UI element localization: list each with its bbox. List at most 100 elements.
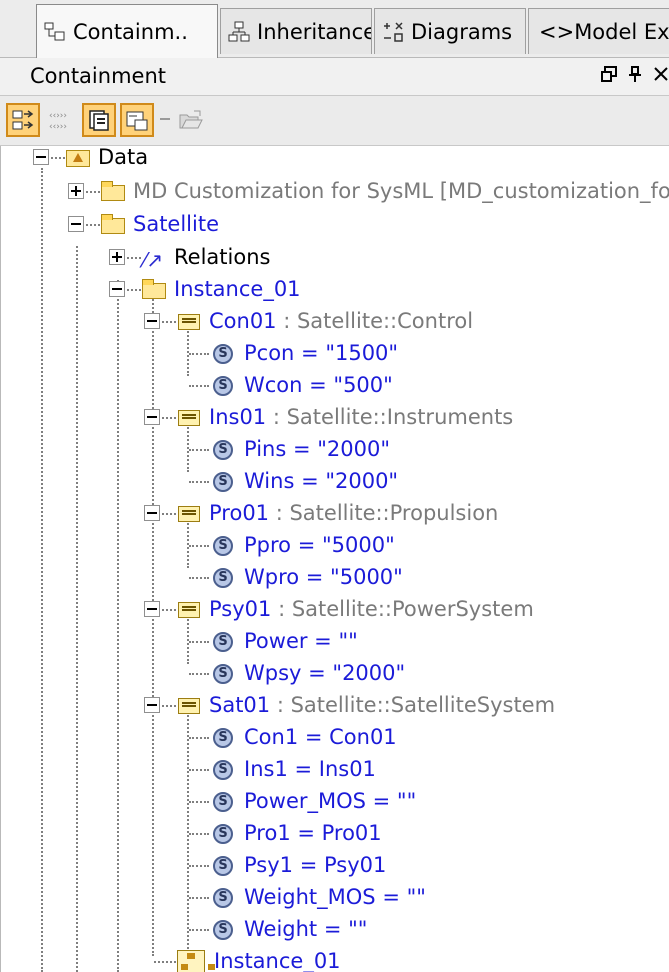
tree-node-slot[interactable]: Ins1 = Ins01 (211, 754, 376, 784)
tree-guide-line (117, 280, 119, 972)
tree-connector (189, 577, 209, 579)
tree-node-instance-diagram[interactable]: Instance_01 (177, 946, 341, 972)
tree-node-slot[interactable]: Con1 = Con01 (211, 722, 397, 752)
tree-node-slot[interactable]: Weight = "" (211, 914, 367, 944)
instance-diagram-icon (177, 950, 215, 972)
tree-node-md-customization[interactable]: MD Customization for SysML [MD_customiza… (100, 176, 669, 206)
tree-node-slot[interactable]: Pro1 = Pro01 (211, 818, 382, 848)
instance-name: Sat01 (209, 693, 271, 717)
collapse-toggle[interactable] (144, 409, 160, 425)
tree-toolbar: ‹‹››› ‹‹››› (0, 96, 669, 146)
collapse-toggle[interactable] (144, 601, 160, 617)
tree-node-instance-folder[interactable]: Instance_01 (141, 274, 301, 304)
pin-icon[interactable] (624, 64, 646, 88)
collapse-button[interactable]: ‹‹››› ‹‹››› (44, 103, 78, 137)
tree-node-sat01[interactable]: Sat01 : Satellite::SatelliteSystem (176, 690, 555, 720)
tab-inheritance[interactable]: Inheritance (220, 8, 372, 54)
tree-connector (162, 321, 176, 323)
expand-button[interactable] (6, 103, 40, 137)
tree-connector (86, 224, 100, 226)
collapse-toggle[interactable] (144, 313, 160, 329)
tree-connector (189, 833, 209, 835)
tree-connector (162, 513, 176, 515)
slot-label: Ins1 = Ins01 (244, 757, 376, 781)
slot-icon (211, 566, 237, 588)
tree-connector (162, 609, 176, 611)
instance-type: : Satellite::Instruments (266, 405, 514, 429)
specification-button[interactable] (82, 103, 116, 137)
filter-icon (125, 108, 149, 136)
tree-connector (189, 673, 209, 675)
collapse-toggle[interactable] (33, 149, 49, 165)
tree-node-psy01[interactable]: Psy01 : Satellite::PowerSystem (176, 594, 534, 624)
containment-tree[interactable]: Data MD Customization for SysML [MD_cust… (0, 146, 669, 972)
slot-icon (211, 342, 237, 364)
slot-icon (211, 854, 237, 876)
tree-node-pro01[interactable]: Pro01 : Satellite::Propulsion (176, 498, 498, 528)
tab-label: <>Model Ext (539, 19, 669, 44)
tree-node-slot[interactable]: Power_MOS = "" (211, 786, 416, 816)
svg-text:‹‹›››: ‹‹››› (49, 111, 67, 121)
tree-node-con01[interactable]: Con01 : Satellite::Control (176, 306, 473, 336)
instance-specification-icon (176, 502, 202, 524)
slot-label: Con1 = Con01 (244, 725, 397, 749)
tree-connector (189, 801, 209, 803)
tree-node-slot[interactable]: Wpsy = "2000" (211, 658, 405, 688)
tab-label: Inheritance (257, 19, 372, 44)
tree-connector (162, 705, 176, 707)
open-folder-icon (178, 109, 204, 135)
tree-node-slot[interactable]: Wcon = "500" (211, 370, 393, 400)
collapse-toggle[interactable] (144, 697, 160, 713)
node-label: Data (98, 146, 149, 169)
tree-guide-line (152, 296, 154, 956)
expand-toggle[interactable] (68, 183, 84, 199)
tree-node-slot[interactable]: Wpro = "5000" (211, 562, 403, 592)
tree-connector (189, 545, 209, 547)
instance-specification-icon (176, 406, 202, 428)
node-label: Relations (174, 245, 271, 269)
tree-node-data[interactable]: Data (65, 146, 148, 172)
tab-diagrams[interactable]: Diagrams (374, 8, 526, 54)
tree-connector (189, 769, 209, 771)
slot-label: Wcon = "500" (244, 373, 393, 397)
instance-specification-icon (176, 694, 202, 716)
instance-name: Psy01 (209, 597, 272, 621)
restore-icon[interactable] (598, 64, 620, 88)
tree-connector (86, 191, 100, 193)
slot-icon (211, 790, 237, 812)
tree-node-slot[interactable]: Weight_MOS = "" (211, 882, 426, 912)
tree-connector (51, 157, 65, 159)
tab-label: Diagrams (411, 19, 513, 44)
expand-toggle[interactable] (109, 249, 125, 265)
tree-connector (189, 449, 209, 451)
tree-node-ins01[interactable]: Ins01 : Satellite::Instruments (176, 402, 513, 432)
tree-node-relations[interactable]: ⁄↗ Relations (141, 242, 270, 272)
filter-button[interactable] (120, 103, 154, 137)
tree-node-satellite[interactable]: Satellite (100, 209, 219, 239)
tree-node-slot[interactable]: Power = "" (211, 626, 358, 656)
slot-icon (211, 886, 237, 908)
collapse-toggle[interactable] (109, 281, 125, 297)
slot-label: Pro1 = Pro01 (244, 821, 382, 845)
tab-containment[interactable]: Containm.. (36, 4, 218, 58)
instance-type: : Satellite::Control (276, 309, 474, 333)
tree-node-slot[interactable]: Psy1 = Psy01 (211, 850, 386, 880)
collapse-toggle[interactable] (68, 216, 84, 232)
toolbar-separator (160, 118, 170, 120)
instance-type: : Satellite::SatelliteSystem (270, 693, 556, 717)
expand-icon (11, 108, 35, 136)
specification-icon (87, 108, 111, 136)
slot-label: Pcon = "1500" (244, 341, 399, 365)
close-icon[interactable] (650, 64, 669, 88)
collapse-icon: ‹‹››› ‹‹››› (48, 108, 74, 136)
instance-specification-icon (176, 598, 202, 620)
tree-node-slot[interactable]: Pins = "2000" (211, 434, 390, 464)
open-button[interactable] (174, 103, 208, 137)
instance-type: : Satellite::Propulsion (269, 501, 499, 525)
collapse-toggle[interactable] (144, 505, 160, 521)
tree-node-slot[interactable]: Wins = "2000" (211, 466, 398, 496)
tree-node-slot[interactable]: Ppro = "5000" (211, 530, 395, 560)
tree-guide-line (76, 246, 78, 972)
tree-node-slot[interactable]: Pcon = "1500" (211, 338, 398, 368)
tab-model-extensions[interactable]: <>Model Ext (528, 8, 669, 54)
